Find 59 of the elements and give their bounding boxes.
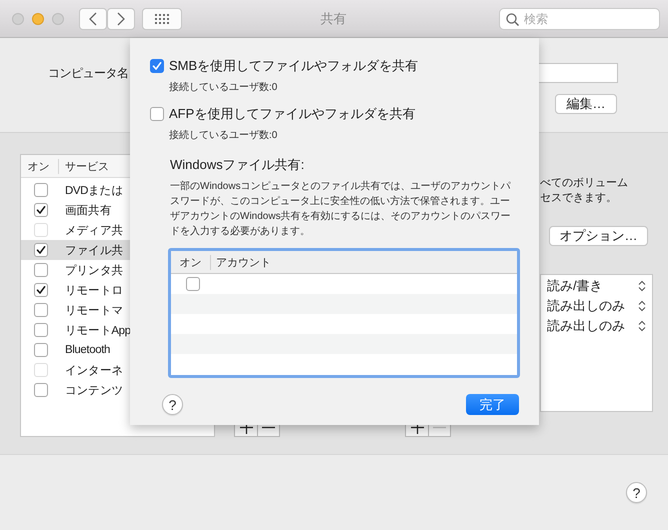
service-name: コンテンツ	[64, 384, 124, 398]
service-name: リモートApp	[64, 324, 131, 338]
minimize-button[interactable]	[32, 12, 44, 24]
chevron-right-icon	[117, 12, 125, 26]
done-button[interactable]: 完了	[466, 394, 519, 415]
forward-button[interactable]	[107, 8, 135, 30]
status-text: 接続しているユーザ数:0	[169, 128, 278, 142]
service-name: リモートマ	[64, 304, 124, 318]
service-name: 画面共有	[64, 204, 112, 218]
edit-button[interactable]: 編集…	[555, 94, 617, 114]
up-down-chevron-icon	[638, 280, 646, 292]
close-button[interactable]	[12, 12, 24, 24]
service-name: メディア共	[64, 224, 124, 238]
show-all-button[interactable]	[142, 8, 182, 30]
checkbox[interactable]	[34, 263, 48, 277]
help-button[interactable]: ?	[626, 482, 647, 503]
column-header: アカウント	[215, 256, 271, 270]
help-button[interactable]: ?	[162, 394, 183, 415]
service-name: ファイル共	[64, 244, 124, 258]
permission-popup[interactable]: 読み出しのみ	[547, 296, 646, 316]
checkbox[interactable]	[34, 203, 48, 217]
window-title: 共有	[320, 10, 348, 28]
column-header: サービス	[64, 160, 109, 174]
checkbox[interactable]	[34, 283, 48, 297]
field-label: コンピュータ名	[48, 64, 128, 82]
permission-popup[interactable]: 読み出しのみ	[547, 316, 646, 336]
grid-icon	[155, 14, 169, 24]
description-text: 一部のWindowsコンピュータとのファイル共有では、ユーザのアカウントパスワードが、このコンピュータ上に安全性の低い方法で保管されます。ユーザアカウントのWindows共有を有効にするには、そのアカウントのパスワードを入力する必要があります。	[170, 180, 512, 239]
column-header: オン	[21, 158, 59, 174]
info-text: べてのボリューム	[540, 176, 629, 191]
search-field[interactable]: 検索	[499, 8, 660, 30]
status-text: 接続しているユーザ数:0	[169, 80, 278, 94]
permission-popup[interactable]: 読み/書き	[547, 276, 646, 296]
service-name: プリンタ共	[64, 263, 124, 278]
checkbox[interactable]	[186, 277, 200, 291]
back-button[interactable]	[79, 8, 107, 30]
checkbox[interactable]	[34, 303, 48, 317]
column-header: オン	[171, 254, 211, 270]
service-name: インターネ	[64, 364, 124, 378]
checkbox[interactable]	[34, 183, 48, 197]
checkbox[interactable]	[150, 59, 164, 73]
options-button[interactable]: オプション…	[549, 226, 648, 246]
service-name: Bluetooth	[64, 344, 110, 356]
section-heading: Windowsファイル共有:	[170, 156, 306, 174]
service-name: DVDまたは	[64, 184, 123, 198]
service-name: リモートロ	[64, 284, 124, 298]
checkbox-label: AFPを使用してファイルやフォルダを共有	[169, 105, 416, 123]
checkbox[interactable]	[150, 107, 164, 121]
up-down-chevron-icon	[638, 320, 646, 332]
chevron-left-icon	[89, 12, 97, 26]
zoom-button[interactable]	[52, 12, 64, 24]
checkbox[interactable]	[34, 323, 48, 337]
checkbox[interactable]	[34, 243, 48, 257]
up-down-chevron-icon	[638, 300, 646, 312]
search-icon	[506, 12, 519, 26]
checkbox[interactable]	[34, 343, 48, 357]
checkbox-label: SMBを使用してファイルやフォルダを共有	[169, 57, 418, 75]
info-text: セスできます。	[540, 191, 618, 206]
checkbox[interactable]	[34, 383, 48, 397]
